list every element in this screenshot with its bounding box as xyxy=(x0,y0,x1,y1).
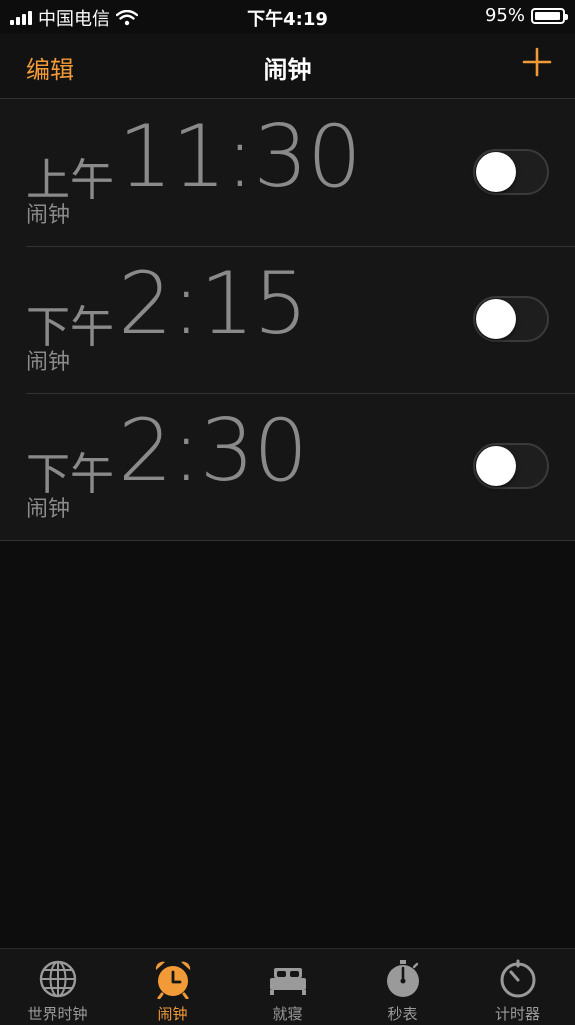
globe-icon xyxy=(39,960,76,998)
tab-world-clock[interactable]: 世界时钟 xyxy=(0,949,115,1025)
battery-icon xyxy=(531,7,568,24)
bed-icon xyxy=(269,968,306,995)
alarm-row[interactable]: 上午 11:30 闹钟 xyxy=(0,99,575,246)
battery-percent: 95% xyxy=(484,5,525,26)
tab-label: 闹钟 xyxy=(157,1005,188,1023)
status-right: 95% xyxy=(484,5,568,26)
tab-bar: 世界时钟 闹钟 就寝 秒表 计时器 xyxy=(0,948,575,1025)
tab-stopwatch[interactable]: 秒表 xyxy=(345,949,460,1025)
nav-bar: 编辑 闹钟 xyxy=(0,34,575,99)
tab-label: 秒表 xyxy=(387,1005,418,1023)
stopwatch-icon xyxy=(386,960,419,997)
page-title: 闹钟 xyxy=(263,56,312,84)
tab-alarm[interactable]: 闹钟 xyxy=(115,949,230,1025)
timer-icon xyxy=(500,959,535,998)
alarm-list: 上午 11:30 闹钟 下午 2:15 闹钟 下午 2:30 闹钟 xyxy=(0,99,575,541)
alarm-row[interactable]: 下午 2:15 闹钟 xyxy=(0,246,575,393)
tab-timer[interactable]: 计时器 xyxy=(460,949,575,1025)
alarm-toggle[interactable] xyxy=(473,149,549,195)
alarm-time: 2:30 xyxy=(118,401,308,501)
tab-label: 世界时钟 xyxy=(27,1005,88,1023)
alarm-toggle[interactable] xyxy=(473,443,549,489)
tab-bedtime[interactable]: 就寝 xyxy=(230,949,345,1025)
alarm-time: 11:30 xyxy=(118,107,362,207)
toggle-knob xyxy=(476,152,516,192)
toggle-knob xyxy=(476,299,516,339)
tab-label: 就寝 xyxy=(272,1005,303,1023)
alarm-time: 2:15 xyxy=(118,254,308,354)
status-bar: 中国电信 下午4:19 95% xyxy=(0,0,575,34)
plus-icon[interactable] xyxy=(521,46,553,78)
alarm-label: 闹钟 xyxy=(26,497,71,522)
alarm-label: 闹钟 xyxy=(26,203,71,228)
toggle-knob xyxy=(476,446,516,486)
alarm-row[interactable]: 下午 2:30 闹钟 xyxy=(0,393,575,540)
alarm-label: 闹钟 xyxy=(26,350,71,375)
alarm-clock-icon xyxy=(155,961,190,999)
battery-fill xyxy=(535,11,560,20)
tab-label: 计时器 xyxy=(494,1005,540,1023)
alarm-toggle[interactable] xyxy=(473,296,549,342)
